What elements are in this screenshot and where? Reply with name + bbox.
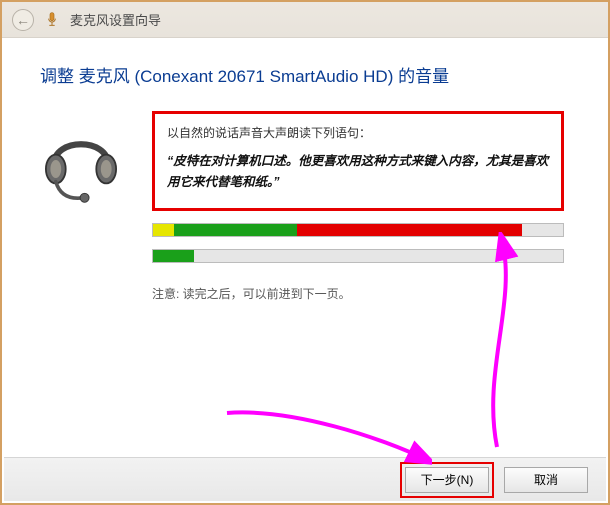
next-button-highlight: 下一步(N): [400, 462, 494, 498]
volume-meter-2: [152, 249, 564, 263]
reading-box: 以自然的说话声音大声朗读下列语句： “皮特在对计算机口述。他更喜欢用这种方式来键…: [152, 111, 564, 211]
meter-segment: [522, 224, 563, 236]
main-row: 以自然的说话声音大声朗读下列语句： “皮特在对计算机口述。他更喜欢用这种方式来键…: [36, 111, 578, 302]
back-button[interactable]: ←: [12, 9, 34, 31]
reading-quote: “皮特在对计算机口述。他更喜欢用这种方式来键入内容，尤其是喜欢用它来代替笔和纸。…: [167, 151, 549, 194]
meter-segment: [174, 224, 297, 236]
meter-segment: [153, 224, 174, 236]
page-heading: 调整 麦克风 (Conexant 20671 SmartAudio HD) 的音…: [40, 62, 578, 87]
meter-segment: [153, 250, 194, 262]
meter-segment: [194, 250, 563, 262]
title-bar: ← 麦克风设置向导: [2, 2, 608, 38]
microphone-icon: [44, 12, 60, 28]
meter-segment: [297, 224, 523, 236]
window-title: 麦克风设置向导: [70, 10, 161, 29]
headset-icon: [36, 115, 126, 205]
arrow-left-icon: ←: [16, 12, 30, 28]
next-button[interactable]: 下一步(N): [405, 467, 489, 493]
hint-text: 注意: 读完之后，可以前进到下一页。: [152, 285, 564, 302]
reading-instruction: 以自然的说话声音大声朗读下列语句：: [167, 124, 549, 141]
volume-meter-1: [152, 223, 564, 237]
right-panel: 以自然的说话声音大声朗读下列语句： “皮特在对计算机口述。他更喜欢用这种方式来键…: [152, 111, 578, 302]
footer-bar: 下一步(N) 取消: [4, 457, 606, 501]
content-area: 调整 麦克风 (Conexant 20671 SmartAudio HD) 的音…: [2, 38, 608, 302]
cancel-button[interactable]: 取消: [504, 467, 588, 493]
